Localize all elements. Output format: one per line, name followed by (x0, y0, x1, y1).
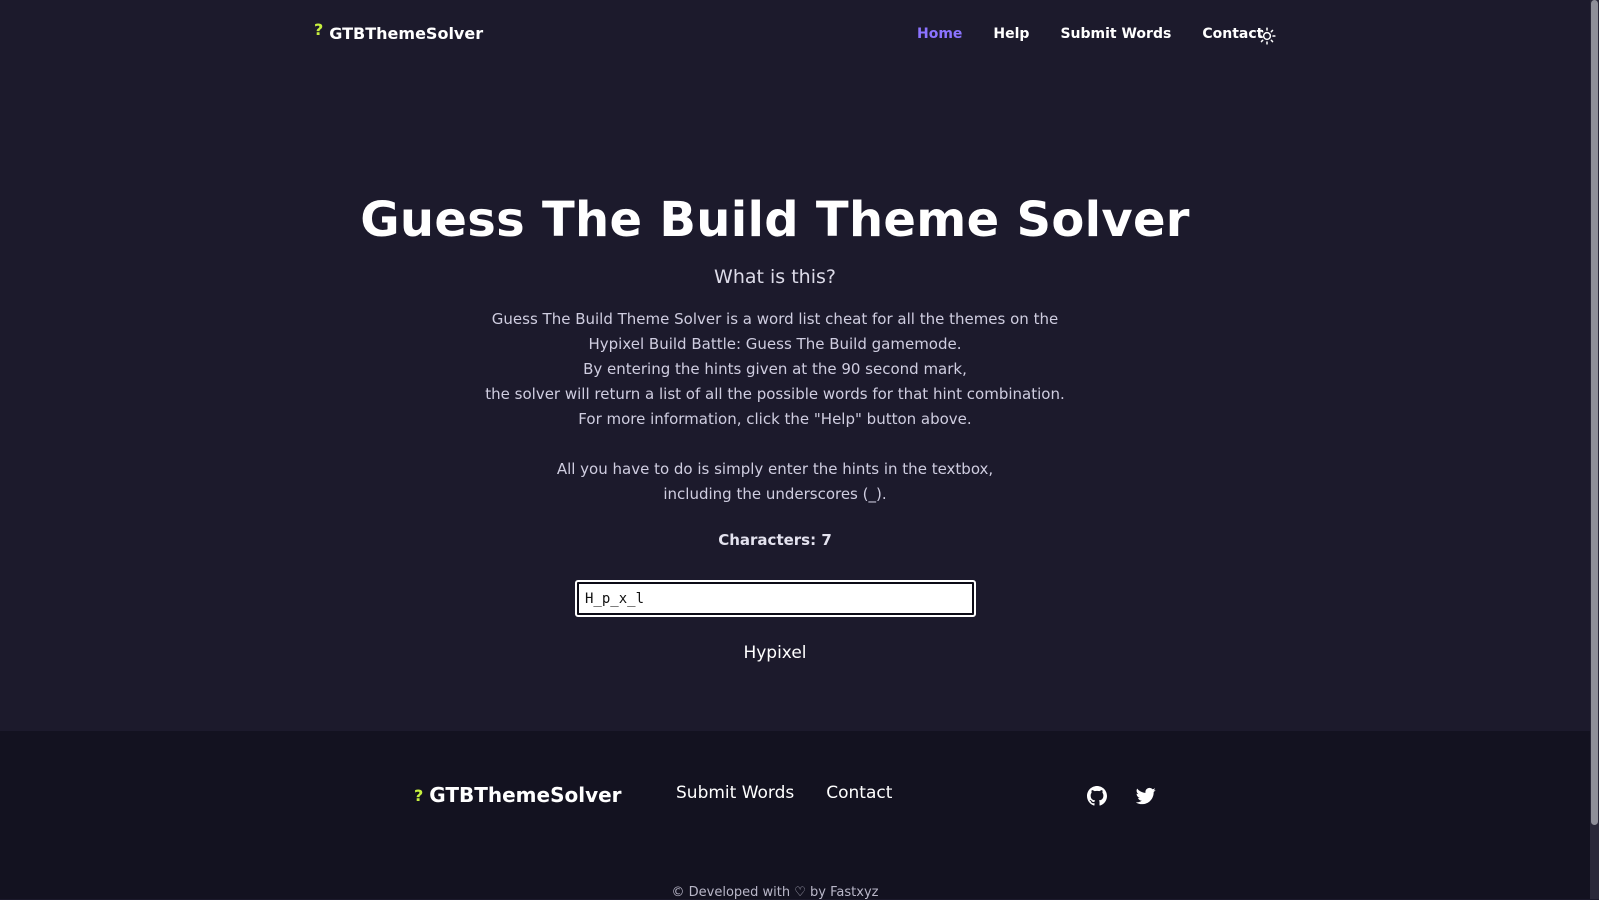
page: ? GTBThemeSolver Home Help Submit Words … (0, 0, 1590, 900)
scrollbar-thumb[interactable] (1591, 0, 1598, 825)
github-icon[interactable] (1087, 786, 1107, 806)
page-title: Guess The Build Theme Solver (360, 192, 1190, 248)
footer-brand-name: GTBThemeSolver (429, 783, 622, 807)
hero-section: Guess The Build Theme Solver What is thi… (0, 186, 1550, 549)
description-line: By entering the hints given at the 90 se… (583, 360, 967, 378)
nav-link-home[interactable]: Home (917, 26, 962, 42)
hint-input-wrapper (575, 580, 976, 617)
footer-brand[interactable]: ? GTBThemeSolver (414, 783, 622, 807)
nav-link-submit-words[interactable]: Submit Words (1060, 26, 1171, 42)
footer-link-contact[interactable]: Contact (826, 783, 892, 803)
question-mark-icon: ? (414, 785, 424, 805)
scrollbar[interactable] (1590, 0, 1599, 899)
description-line: Hypixel Build Battle: Guess The Build ga… (588, 335, 962, 353)
page-subtitle: What is this? (714, 266, 836, 288)
description-line: the solver will return a list of all the… (485, 385, 1065, 403)
nav-link-help[interactable]: Help (993, 26, 1029, 42)
description-line: For more information, click the "Help" b… (578, 410, 972, 428)
hint-input[interactable] (575, 580, 976, 617)
footer: ? GTBThemeSolver Submit Words Contact © … (0, 731, 1590, 900)
brand-name: GTBThemeSolver (329, 24, 484, 43)
question-mark-icon: ? (314, 20, 324, 39)
twitter-icon[interactable] (1136, 786, 1156, 806)
nav-links: Home Help Submit Words Contact (917, 26, 1263, 42)
footer-links: Submit Words Contact (676, 783, 892, 803)
description-line: Guess The Build Theme Solver is a word l… (491, 310, 1059, 328)
character-count: Characters: 7 (718, 531, 832, 549)
instruction-line: All you have to do is simply enter the h… (556, 460, 994, 478)
top-nav: ? GTBThemeSolver Home Help Submit Words … (0, 0, 1590, 72)
instruction-line: including the underscores (_). (663, 485, 887, 503)
sun-icon[interactable] (1258, 27, 1276, 45)
nav-link-contact[interactable]: Contact (1202, 26, 1263, 42)
brand-logo[interactable]: ? GTBThemeSolver (314, 20, 484, 43)
result-word: Hypixel (743, 643, 807, 663)
footer-link-submit-words[interactable]: Submit Words (676, 783, 794, 803)
copyright: © Developed with ♡ by Fastxyz (671, 885, 879, 900)
description: Guess The Build Theme Solver is a word l… (0, 307, 1550, 507)
